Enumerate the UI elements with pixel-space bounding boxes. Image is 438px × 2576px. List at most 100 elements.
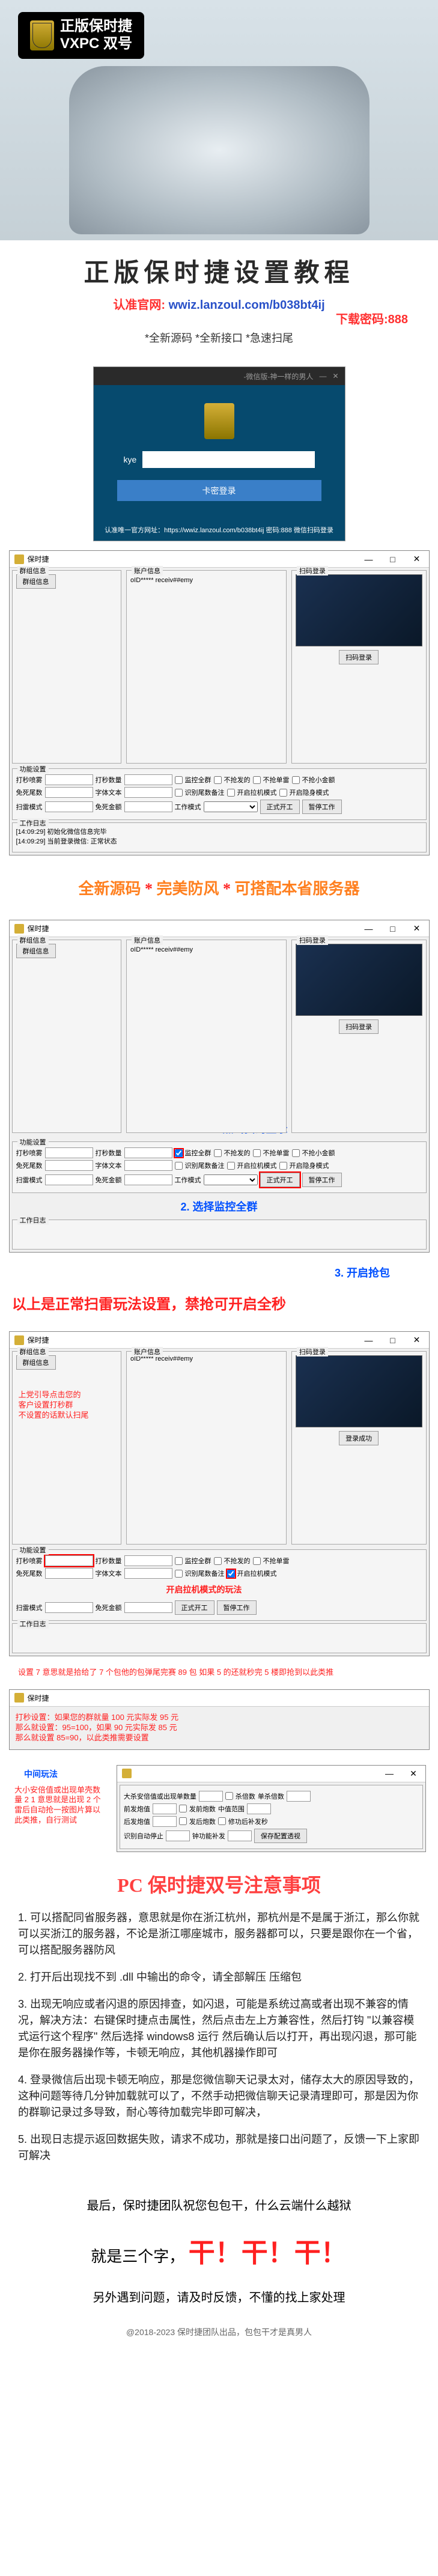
i6[interactable] xyxy=(124,1174,172,1185)
b1[interactable]: 群组信息 xyxy=(16,1355,56,1370)
xi2[interactable] xyxy=(124,1555,172,1566)
thunder-input[interactable] xyxy=(45,801,93,812)
monitor-all-checkbox[interactable] xyxy=(175,1149,183,1157)
f8: 发后炮数 xyxy=(189,1817,216,1826)
x5c[interactable]: ✕ xyxy=(401,1765,425,1782)
monitor-all-checkbox[interactable] xyxy=(175,776,183,784)
close-icon[interactable]: ✕ xyxy=(405,551,429,568)
footer-line3: 另外遇到问题，请及时反馈，不懂的找上家处理 xyxy=(0,2279,438,2314)
i1[interactable] xyxy=(45,1147,93,1158)
close-icon[interactable]: ✕ xyxy=(405,920,429,937)
i3[interactable] xyxy=(45,1160,93,1171)
xi5[interactable] xyxy=(45,1602,93,1613)
f6: 中值范围 xyxy=(218,1804,245,1814)
cloak-checkbox[interactable] xyxy=(279,789,287,797)
c4[interactable] xyxy=(292,1149,300,1157)
func-settings-section: 功能设置 打秒喷雾 打秒数量 监控全群 不抢发的 不抢单雷 不抢小金额 免死尾数… xyxy=(12,1141,427,1193)
max[interactable]: □ xyxy=(381,1332,405,1349)
no-grab-send-checkbox[interactable] xyxy=(214,776,222,784)
fc2[interactable] xyxy=(179,1805,187,1812)
fi1[interactable] xyxy=(199,1791,223,1802)
i5[interactable] xyxy=(45,1174,93,1185)
label-no-grab-smallest: 不抢小金额 xyxy=(302,775,335,785)
xb2[interactable]: 暂停工作 xyxy=(217,1600,257,1615)
maximize-icon[interactable]: □ xyxy=(381,920,405,937)
login-header-text: -微信版-神一样的男人 xyxy=(243,371,313,381)
fc4[interactable] xyxy=(218,1817,226,1825)
avoid-principal-input[interactable] xyxy=(124,801,172,812)
notice-item-2: 2. 打开后出现找不到 .dll 中输出的命令，请全部解压 压缩包 xyxy=(18,1969,420,1985)
xi3[interactable] xyxy=(45,1568,93,1579)
start-work-button[interactable]: 正式开工 xyxy=(260,800,300,814)
start-work-button[interactable]: 正式开工 xyxy=(260,1173,300,1187)
c7[interactable] xyxy=(279,1162,287,1170)
close[interactable]: ✕ xyxy=(405,1332,429,1349)
no-grab-single-checkbox[interactable] xyxy=(253,776,261,784)
xc2[interactable] xyxy=(214,1557,222,1565)
minimize-icon[interactable]: — xyxy=(357,920,381,937)
xi4[interactable] xyxy=(124,1568,172,1579)
fi5[interactable] xyxy=(153,1816,177,1827)
login-button[interactable]: 卡密登录 xyxy=(117,480,321,501)
work-mode-select[interactable] xyxy=(204,801,258,812)
login-porsche-logo-icon xyxy=(204,403,234,439)
monitor-group-input[interactable] xyxy=(45,774,93,785)
c6[interactable] xyxy=(227,1162,235,1170)
l2: 打秒数量 xyxy=(96,1148,122,1158)
principal-input[interactable] xyxy=(124,787,172,798)
xc1[interactable] xyxy=(175,1557,183,1565)
badge-line2: VXPC 双号 xyxy=(60,35,132,53)
pt3: 扫码登录 xyxy=(297,1347,328,1356)
scan-login-button[interactable]: 扫码登录 xyxy=(339,650,379,664)
pause-work-button[interactable]: 暂停工作 xyxy=(302,1173,342,1187)
notice-item-5: 5. 出现日志提示返回数据失败，请求不成功，那就是接口出问题了，反馈一下上家即可… xyxy=(18,2131,420,2164)
log-line-2: [14:09:29] 当前登录微信: 正常状态 xyxy=(16,836,422,846)
fi4[interactable] xyxy=(247,1803,271,1814)
fi6[interactable] xyxy=(166,1830,190,1841)
group-info-button[interactable]: 群组信息 xyxy=(16,944,56,958)
remark-checkbox[interactable] xyxy=(175,789,183,797)
xi6[interactable] xyxy=(124,1602,172,1613)
f2: 杀倍数 xyxy=(236,1791,255,1801)
x3: 监控全群 xyxy=(185,1556,211,1566)
maximize-icon[interactable]: □ xyxy=(381,551,405,568)
i2[interactable] xyxy=(124,1147,172,1158)
c3[interactable] xyxy=(253,1149,261,1157)
pause-work-button[interactable]: 暂停工作 xyxy=(302,800,342,814)
app-icon xyxy=(14,1335,24,1345)
login-key-input[interactable] xyxy=(142,451,314,468)
fi2[interactable] xyxy=(287,1791,311,1802)
app-title: 保时捷 xyxy=(28,1335,49,1345)
min[interactable]: — xyxy=(357,1332,381,1349)
xc3[interactable] xyxy=(253,1557,261,1565)
fc1[interactable] xyxy=(225,1792,233,1800)
m5[interactable]: — xyxy=(377,1765,401,1782)
app-window-5: —✕ 大杀安倍值或出现单数量 杀倍数 单杀倍数 前发炮值 发前炮数 中值范围 后… xyxy=(117,1765,426,1852)
slot-checkbox[interactable] xyxy=(227,789,235,797)
minimize-icon[interactable]: — xyxy=(357,551,381,568)
xi1[interactable] xyxy=(45,1555,93,1566)
label-thunder: 扫雷模式 xyxy=(16,802,43,812)
s1[interactable] xyxy=(204,1174,258,1185)
xc4[interactable] xyxy=(175,1570,183,1578)
close-icon[interactable]: ✕ xyxy=(332,372,338,380)
ls[interactable]: 登录成功 xyxy=(339,1431,379,1445)
slot-checkbox-on[interactable] xyxy=(227,1570,235,1578)
group-info-button[interactable]: 群组信息 xyxy=(16,574,56,589)
fi7[interactable] xyxy=(228,1830,252,1841)
minimize-icon[interactable]: — xyxy=(319,372,326,380)
c2[interactable] xyxy=(214,1149,222,1157)
fi3[interactable] xyxy=(153,1803,177,1814)
c5[interactable] xyxy=(175,1162,183,1170)
xb1[interactable]: 正式开工 xyxy=(175,1600,214,1615)
app-icon xyxy=(14,924,24,934)
tail-input[interactable] xyxy=(124,774,172,785)
label-remark: 识别尾数备注 xyxy=(185,788,225,797)
fc3[interactable] xyxy=(179,1817,187,1825)
scan-login-button[interactable]: 扫码登录 xyxy=(339,1019,379,1034)
avoid-input[interactable] xyxy=(45,787,93,798)
no-grab-smallest-checkbox[interactable] xyxy=(292,776,300,784)
save-btn[interactable]: 保存配置透视 xyxy=(254,1829,307,1843)
i4[interactable] xyxy=(124,1160,172,1171)
func-settings-section: 功能设置 打秒喷雾 打秒数量 监控全群 不抢发的 不抢单雷 不抢小金额 免死尾数… xyxy=(12,768,427,820)
